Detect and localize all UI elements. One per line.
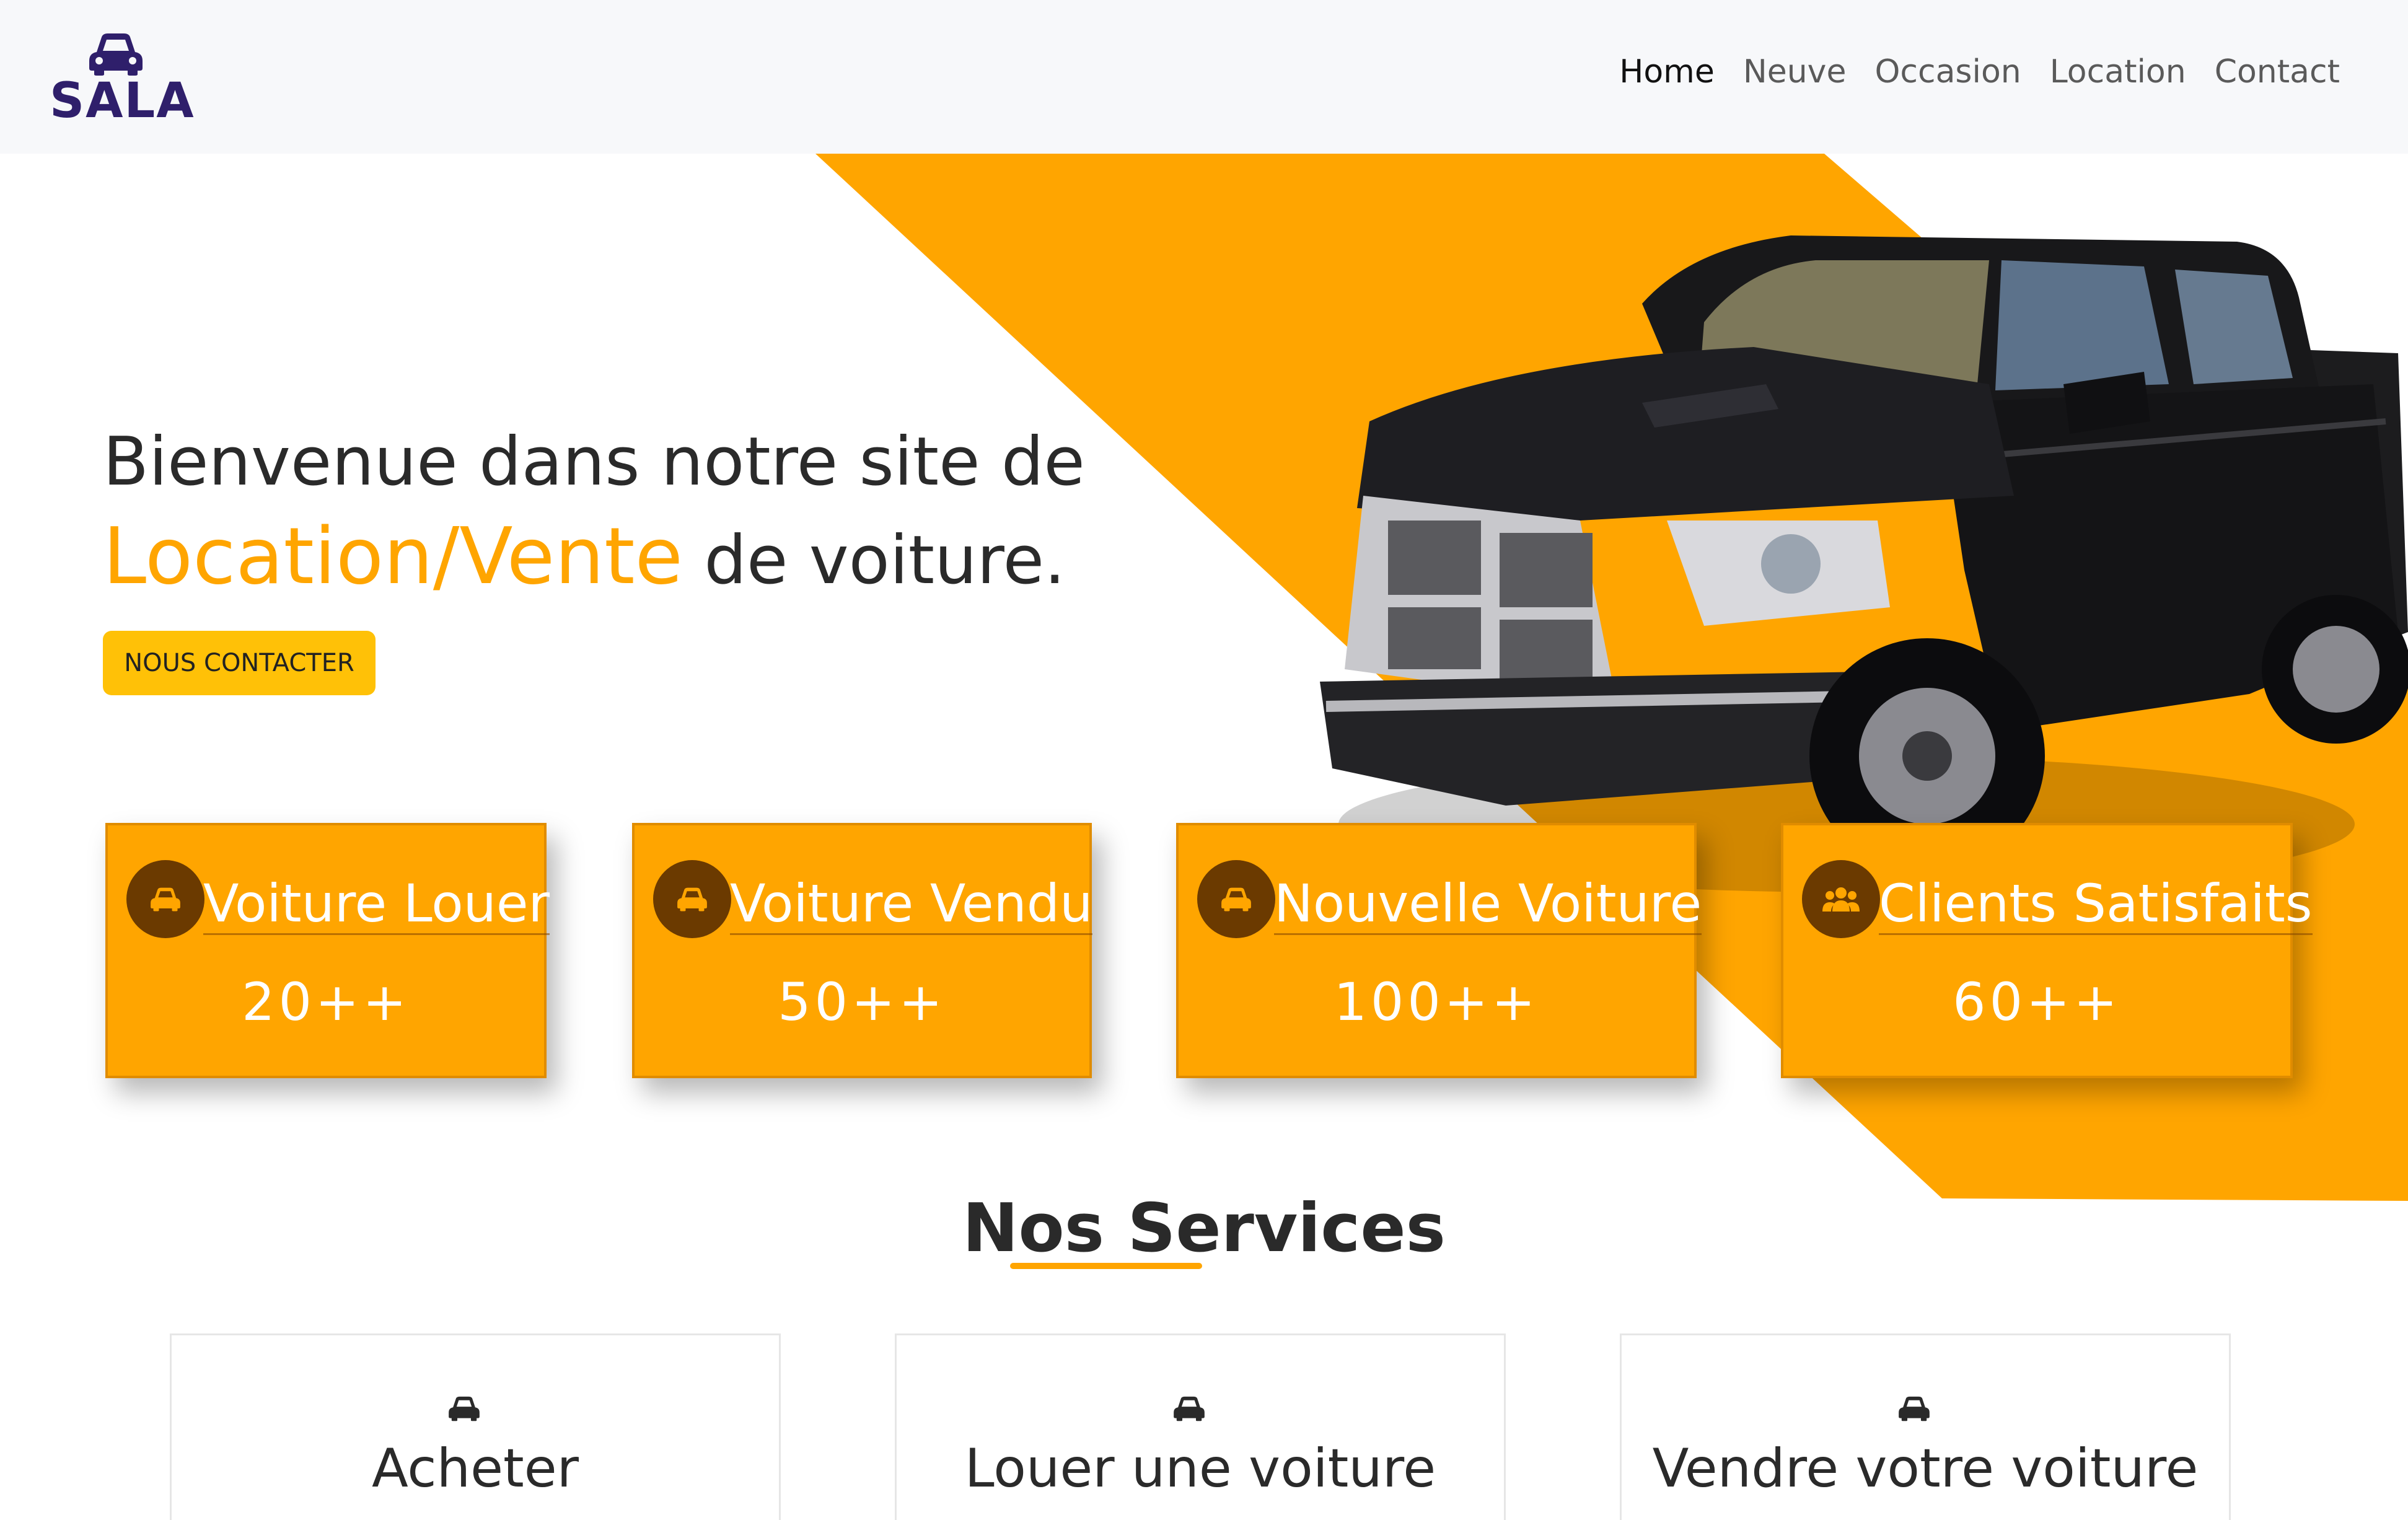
stat-label: Nouvelle Voiture xyxy=(1274,873,1702,935)
nav-item-occasion[interactable]: Occasion xyxy=(1874,53,2021,90)
stat-value: 20++ xyxy=(242,972,410,1032)
contact-button[interactable]: NOUS CONTACTER xyxy=(103,631,376,695)
stat-card-clients-satisfaits: Clients Satisfaits 60++ xyxy=(1781,823,2313,1078)
car-icon xyxy=(449,1396,480,1421)
hero-title-line2: de voiture. xyxy=(683,522,1066,599)
brand-name: SALA xyxy=(50,73,195,129)
hero-title: Bienvenue dans notre site de Location/Ve… xyxy=(103,415,1094,608)
stat-value: 60++ xyxy=(1953,972,2121,1032)
service-card-acheter[interactable]: Acheter xyxy=(170,1333,781,1520)
nav-item-neuve[interactable]: Neuve xyxy=(1743,53,1847,90)
nav-item-location[interactable]: Location xyxy=(2050,53,2186,90)
stat-header: Voiture Louer xyxy=(126,860,550,941)
service-title: Acheter xyxy=(371,1438,579,1500)
stat-label: Voiture Louer xyxy=(203,873,550,935)
car-icon xyxy=(89,33,143,76)
page: SALA Home Neuve Occasion Location Contac… xyxy=(0,0,2408,1520)
stat-header: Voiture Vendu xyxy=(653,860,1093,941)
nav-item-contact[interactable]: Contact xyxy=(2215,53,2340,90)
car-icon xyxy=(1174,1396,1205,1421)
stat-value: 50++ xyxy=(778,972,946,1032)
stat-value: 100++ xyxy=(1334,972,1539,1032)
users-icon xyxy=(1802,860,1880,938)
car-icon xyxy=(1899,1396,1930,1421)
car-icon xyxy=(126,860,204,938)
stat-card-voiture-vendu: Voiture Vendu 50++ xyxy=(632,823,1093,1078)
hero-title-line1: Bienvenue dans notre site de xyxy=(103,423,1085,501)
services-title: Nos Services xyxy=(962,1190,1446,1267)
services-title-underline xyxy=(1010,1263,1202,1269)
service-card-vendre[interactable]: Vendre votre voiture xyxy=(1620,1333,2231,1520)
stat-header: Clients Satisfaits xyxy=(1802,860,2313,941)
nav-links: Home Neuve Occasion Location Contact xyxy=(1619,53,2340,90)
navbar: SALA Home Neuve Occasion Location Contac… xyxy=(0,0,2408,154)
hero-title-accent: Location/Vente xyxy=(103,511,683,602)
stat-card-voiture-louer: Voiture Louer 20++ xyxy=(105,823,550,1078)
stat-header: Nouvelle Voiture xyxy=(1197,860,1702,941)
stat-card-nouvelle-voiture: Nouvelle Voiture 100++ xyxy=(1176,823,1702,1078)
stat-label: Voiture Vendu xyxy=(730,873,1093,935)
brand-logo[interactable]: SALA xyxy=(50,32,194,129)
service-card-louer[interactable]: Louer une voiture xyxy=(895,1333,1506,1520)
service-title: Louer une voiture xyxy=(964,1438,1436,1500)
car-icon xyxy=(653,860,731,938)
service-title: Vendre votre voiture xyxy=(1652,1438,2199,1500)
stat-label: Clients Satisfaits xyxy=(1879,873,2313,935)
nav-item-home[interactable]: Home xyxy=(1619,53,1715,90)
car-icon xyxy=(1197,860,1275,938)
